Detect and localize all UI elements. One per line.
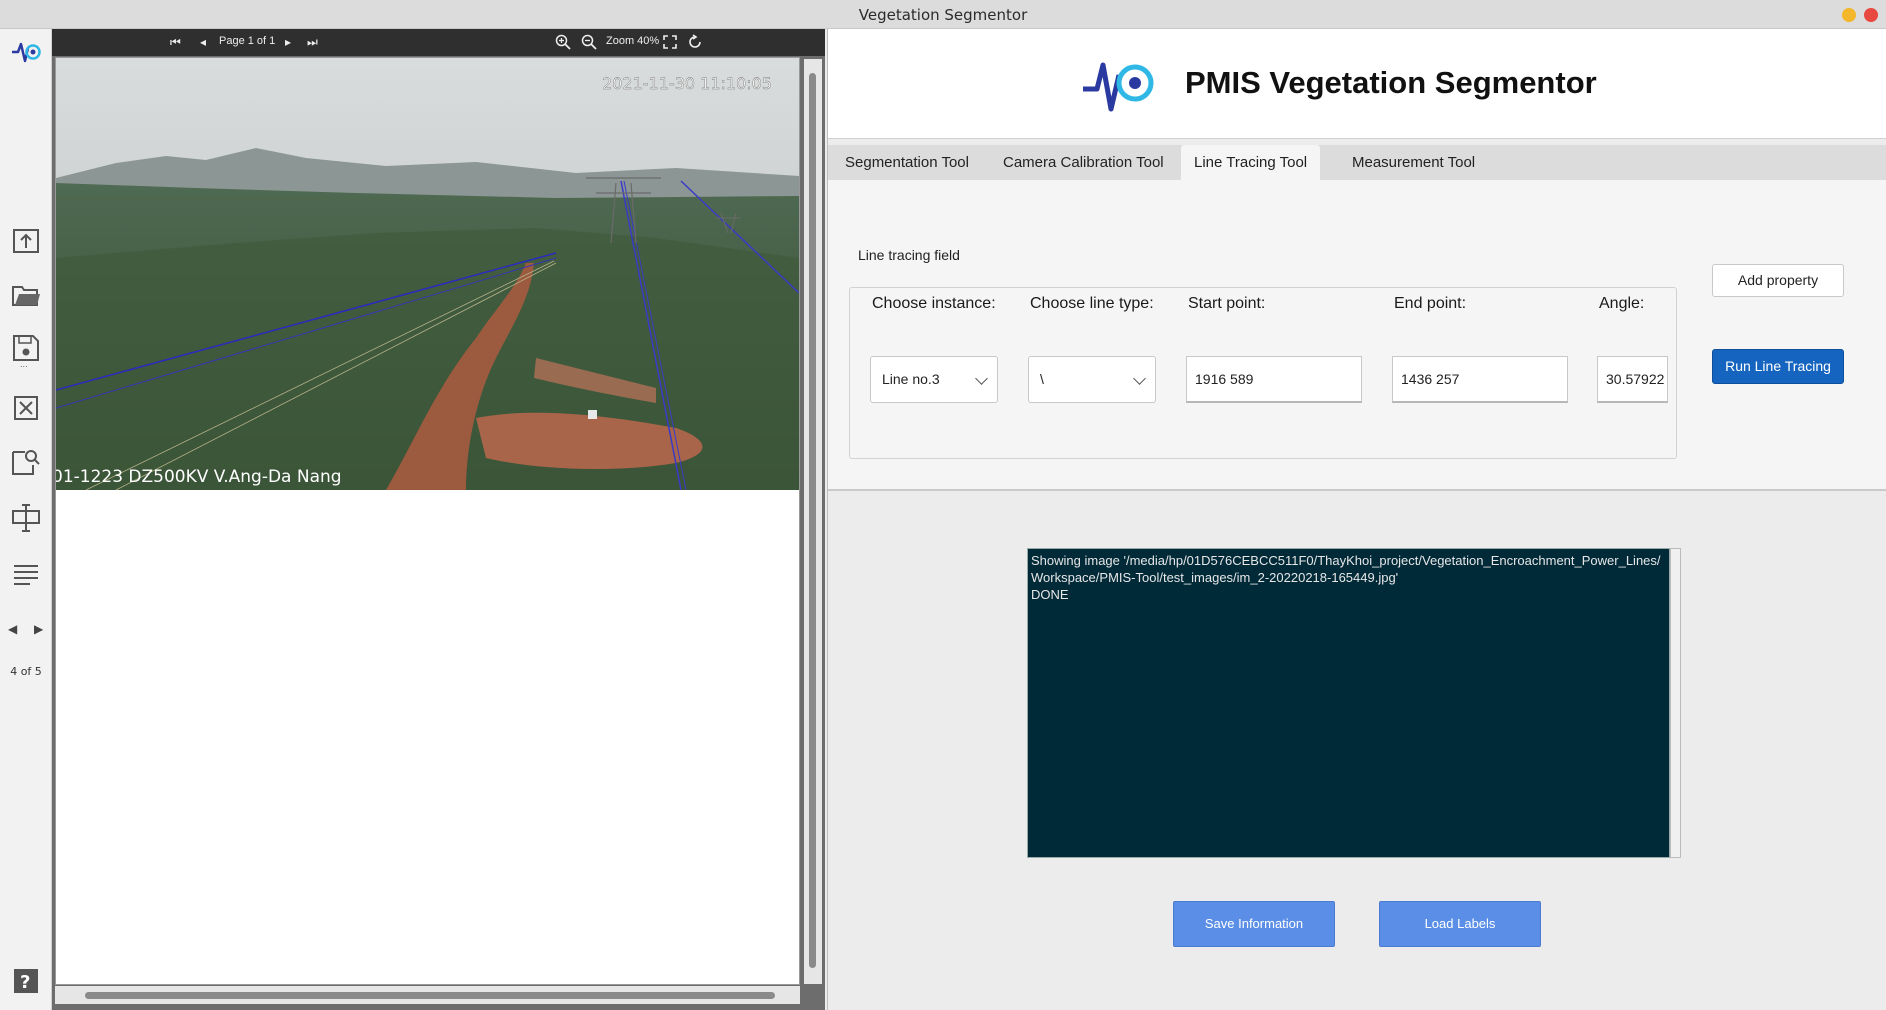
- close-window-button[interactable]: [1864, 8, 1878, 22]
- chevron-down-icon: [975, 372, 988, 385]
- tab-camera-calibration-tool[interactable]: Camera Calibration Tool: [990, 145, 1177, 180]
- document-page: 2021-11-30 11:10:05 01-1223 DZ500KV V.An…: [55, 57, 800, 985]
- instance-select[interactable]: Line no.3: [870, 356, 998, 403]
- photo-timestamp: 2021-11-30 11:10:05: [602, 74, 772, 93]
- line-type-select[interactable]: \: [1028, 356, 1156, 403]
- image-counter: 4 of 5: [10, 665, 42, 678]
- save-information-button[interactable]: Save Information: [1173, 901, 1335, 947]
- line-tracing-pane: Line tracing field Choose instance: Choo…: [828, 180, 1886, 491]
- log-text: Showing image '/media/hp/01D576CEBCC511F…: [1031, 553, 1661, 602]
- zoom-in-icon[interactable]: [555, 34, 571, 50]
- page-label: Page 1 of 1: [219, 35, 276, 47]
- tab-measurement-tool[interactable]: Measurement Tool: [1339, 145, 1488, 180]
- text-cursor-icon[interactable]: [11, 503, 41, 533]
- photo-caption: 01-1223 DZ500KV V.Ang-Da Nang: [56, 467, 342, 487]
- choose-instance-label: Choose instance:: [872, 295, 996, 312]
- log-console[interactable]: Showing image '/media/hp/01D576CEBCC511F…: [1027, 548, 1670, 858]
- console-scrollbar[interactable]: [1670, 548, 1681, 858]
- image-viewer[interactable]: 2021-11-30 11:10:05 01-1223 DZ500KV V.An…: [52, 56, 825, 1010]
- rotate-icon[interactable]: [687, 34, 703, 49]
- end-point-input[interactable]: 1436 257: [1392, 356, 1568, 403]
- brand-logo-icon: [1081, 49, 1161, 121]
- window-titlebar: Vegetation Segmentor: [0, 0, 1886, 29]
- line-type-select-value: \: [1040, 371, 1044, 387]
- minimize-button[interactable]: [1842, 8, 1856, 22]
- previous-arrow-icon[interactable]: ◀: [8, 622, 17, 636]
- tool-tabs: Segmentation Tool Camera Calibration Too…: [828, 145, 1886, 180]
- choose-line-type-label: Choose line type:: [1030, 295, 1154, 312]
- image-pager: ◀ ▶: [6, 622, 46, 636]
- tab-line-tracing-tool[interactable]: Line Tracing Tool: [1181, 145, 1321, 180]
- previous-page-icon[interactable]: ◂: [200, 35, 206, 49]
- svg-text:?: ?: [20, 972, 30, 993]
- add-property-button[interactable]: Add property: [1712, 264, 1844, 297]
- control-panel: PMIS Vegetation Segmentor Segmentation T…: [827, 29, 1886, 1010]
- zoom-label: Zoom 40%: [606, 35, 660, 47]
- save-icon[interactable]: ...: [11, 335, 41, 368]
- load-labels-button[interactable]: Load Labels: [1379, 901, 1541, 947]
- app-logo-icon: [11, 37, 41, 67]
- tab-segmentation-tool[interactable]: Segmentation Tool: [832, 145, 982, 180]
- group-title: Line tracing field: [856, 247, 962, 263]
- app-header: PMIS Vegetation Segmentor: [828, 29, 1886, 139]
- start-point-input[interactable]: 1916 589: [1186, 356, 1362, 403]
- last-page-icon[interactable]: ⏭: [307, 35, 318, 49]
- zoom-out-icon[interactable]: [581, 34, 597, 50]
- run-line-tracing-button[interactable]: Run Line Tracing: [1712, 349, 1844, 384]
- help-icon[interactable]: ?: [11, 966, 41, 996]
- viewer-toolbar: ⏮ ◂ Page 1 of 1 ▸ ⏭ Zoom 40%: [52, 29, 825, 56]
- upload-icon[interactable]: [11, 226, 41, 256]
- end-point-label: End point:: [1394, 295, 1467, 312]
- first-page-icon[interactable]: ⏮: [170, 35, 181, 49]
- left-toolbar: ... ◀ ▶ 4 of 5 ?: [0, 29, 52, 1010]
- close-box-icon[interactable]: [11, 393, 41, 423]
- folder-open-icon[interactable]: [11, 281, 41, 311]
- window-title: Vegetation Segmentor: [858, 6, 1028, 24]
- inspection-photo: 2021-11-30 11:10:05 01-1223 DZ500KV V.An…: [56, 58, 799, 490]
- next-page-icon[interactable]: ▸: [285, 35, 291, 49]
- app-title: PMIS Vegetation Segmentor: [1185, 65, 1597, 100]
- start-point-label: Start point:: [1188, 295, 1266, 312]
- next-arrow-icon[interactable]: ▶: [34, 622, 43, 636]
- list-lines-icon[interactable]: [11, 559, 41, 589]
- svg-text:...: ...: [20, 360, 28, 368]
- chevron-down-icon: [1133, 372, 1146, 385]
- angle-input[interactable]: 30.57922: [1597, 356, 1668, 403]
- angle-label: Angle:: [1599, 295, 1645, 312]
- instance-select-value: Line no.3: [882, 371, 940, 387]
- fit-page-icon[interactable]: [663, 35, 677, 49]
- search-document-icon[interactable]: [11, 447, 41, 477]
- viewer-vertical-scrollbar[interactable]: [804, 59, 822, 984]
- viewer-horizontal-scrollbar[interactable]: [55, 986, 800, 1004]
